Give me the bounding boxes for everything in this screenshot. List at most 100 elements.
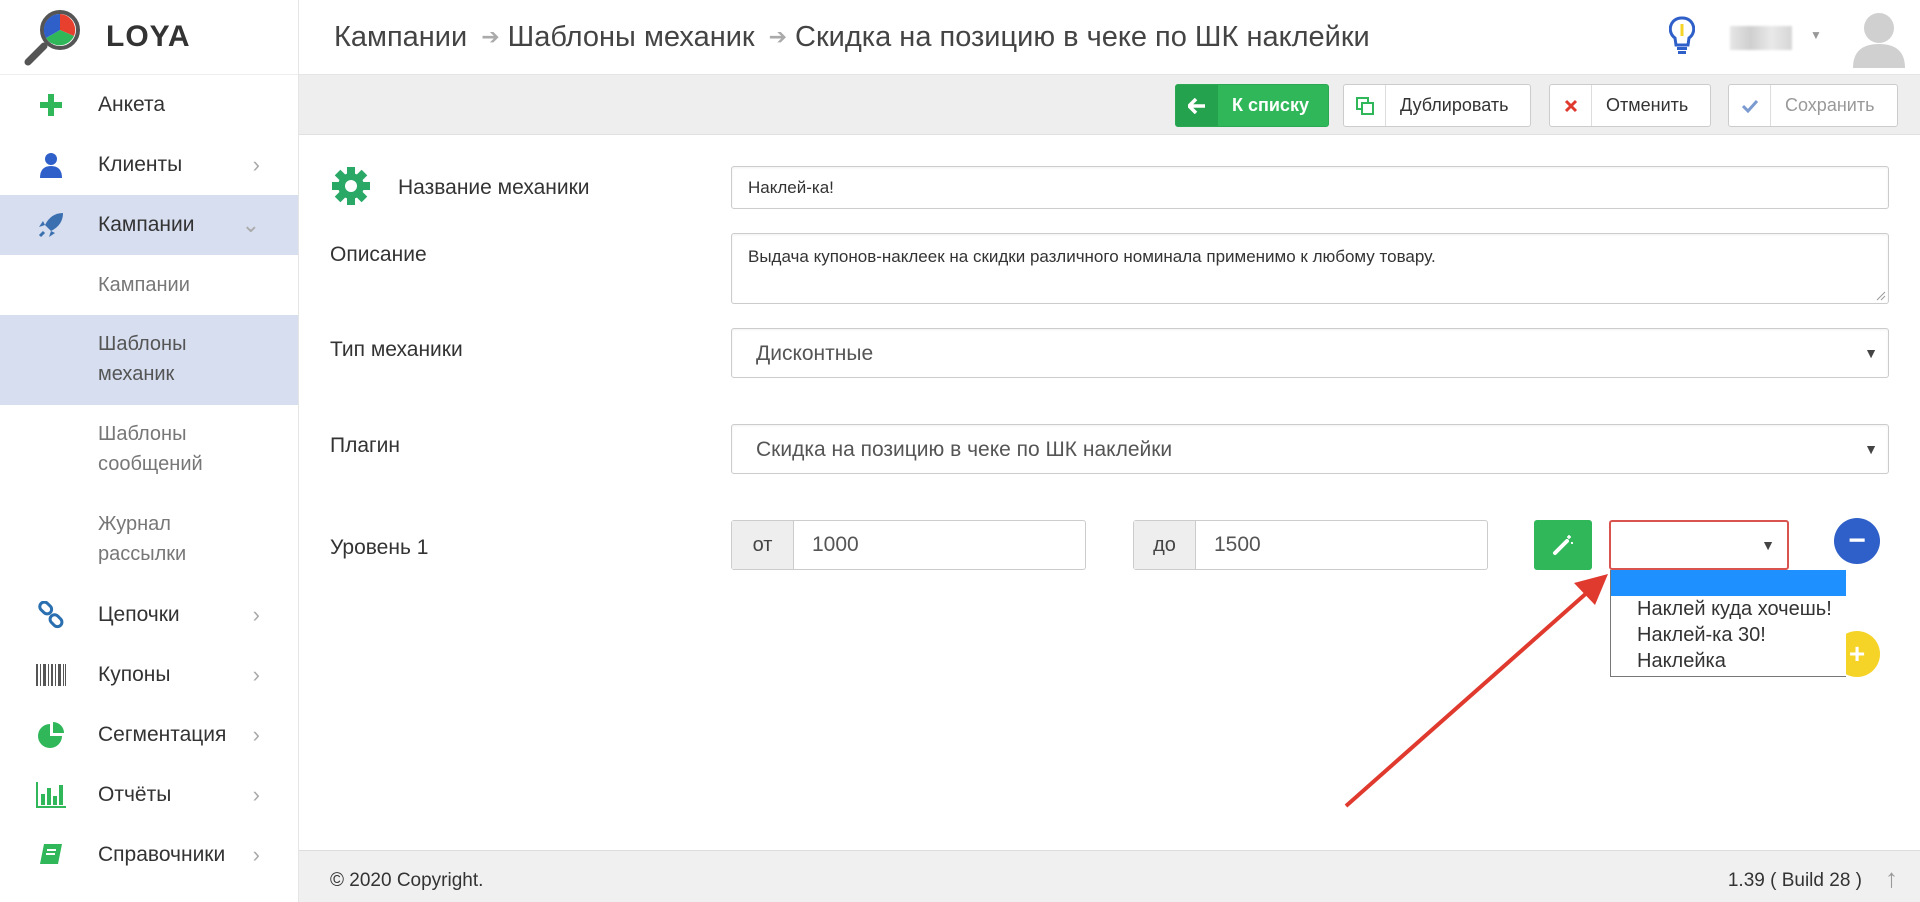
- copyright-text: © 2020 Copyright.: [330, 870, 484, 891]
- save-label: Сохранить: [1785, 95, 1875, 115]
- mechanic-type-label: Тип механики: [330, 338, 463, 361]
- dropdown-option[interactable]: Наклей-ка 30!: [1611, 622, 1846, 648]
- cancel-button[interactable]: Отменить: [1549, 84, 1711, 127]
- cancel-label: Отменить: [1606, 95, 1689, 115]
- sidebar-item-coupons[interactable]: Купоны ›: [0, 645, 298, 705]
- plugin-select[interactable]: Скидка на позицию в чеке по ШК наклейки …: [731, 424, 1889, 474]
- minus-icon: −: [1848, 524, 1866, 557]
- range-from-addon: от: [732, 521, 794, 569]
- magic-wand-icon: [1553, 535, 1573, 555]
- plugin-label: Плагин: [330, 434, 401, 457]
- description-textarea[interactable]: Выдача купонов-наклеек на скидки различн…: [731, 233, 1889, 304]
- mechanic-name-label: Название механики: [398, 176, 590, 199]
- range-from-value: 1000: [812, 533, 859, 556]
- magic-wand-button[interactable]: [1534, 520, 1592, 570]
- sidebar-item-directories[interactable]: Справочники ›: [0, 825, 298, 885]
- check-icon: [1729, 85, 1771, 126]
- breadcrumb-arrow-icon: ➔: [768, 24, 788, 49]
- sidebar-item-label: Анкета: [98, 93, 166, 116]
- mechanic-name-input[interactable]: Наклей-ка!: [731, 166, 1889, 209]
- dropdown-option[interactable]: [1611, 570, 1846, 596]
- sidebar-item-label: Кампании: [98, 213, 195, 236]
- avatar[interactable]: [1851, 10, 1907, 68]
- sidebar-subitem-label-line2: сообщений: [98, 453, 203, 475]
- chevron-right-icon: ›: [252, 842, 260, 867]
- breadcrumb-item-campaigns[interactable]: Кампании: [334, 21, 467, 54]
- logo-magnifier-icon: [22, 6, 84, 68]
- sidebar-item-label: Сегментация: [98, 723, 227, 746]
- pie-chart-icon: [36, 720, 66, 750]
- duplicate-button[interactable]: Дублировать: [1343, 84, 1531, 127]
- caret-down-icon: ▼: [1761, 537, 1775, 553]
- dropdown-option[interactable]: Наклейка: [1611, 648, 1846, 674]
- book-icon: [36, 840, 66, 870]
- action-toolbar: К списку Дублировать Отменить Сохранить: [299, 75, 1920, 135]
- plus-icon: +: [1848, 638, 1866, 669]
- sidebar-subitem-label-line2: рассылки: [98, 543, 187, 565]
- arrow-left-icon: [1176, 85, 1218, 126]
- arrow-up-icon[interactable]: ↑: [1885, 863, 1898, 894]
- top-header: Кампании ➔ Шаблоны механик ➔ Скидка на п…: [299, 0, 1920, 75]
- brand-name: LOYA: [106, 20, 191, 53]
- sidebar-item-reports[interactable]: Отчёты ›: [0, 765, 298, 825]
- chevron-down-icon: ⌄: [241, 212, 260, 237]
- sidebar-item-questionnaire[interactable]: Анкета: [0, 75, 298, 135]
- lightbulb-icon[interactable]: [1668, 16, 1696, 61]
- mechanic-type-value: Дисконтные: [756, 342, 874, 365]
- back-to-list-label: К списку: [1232, 95, 1309, 115]
- sidebar-subitem-mailing-log[interactable]: Журнал рассылки: [0, 495, 298, 585]
- chevron-right-icon: ›: [252, 602, 260, 627]
- sidebar-subitem-campaigns[interactable]: Кампании: [0, 255, 298, 315]
- mechanic-name-value: Наклей-ка!: [748, 178, 834, 197]
- description-label: Описание: [330, 243, 427, 266]
- caret-down-icon[interactable]: ▼: [1810, 28, 1822, 42]
- sidebar-item-segmentation[interactable]: Сегментация ›: [0, 705, 298, 765]
- remove-level-button[interactable]: −: [1834, 518, 1880, 564]
- range-to-addon: до: [1134, 521, 1196, 569]
- chevron-right-icon: ›: [252, 782, 260, 807]
- sidebar-subitem-label: Кампании: [98, 274, 190, 296]
- sidebar-subitem-mechanic-templates[interactable]: Шаблоны механик: [0, 315, 298, 405]
- dropdown-option[interactable]: Наклей куда хочешь!: [1611, 596, 1846, 622]
- sidebar-subitem-message-templates[interactable]: Шаблоны сообщений: [0, 405, 298, 495]
- chevron-right-icon: ›: [252, 662, 260, 687]
- sidebar-item-label: Клиенты: [98, 153, 183, 176]
- range-from-input[interactable]: от 1000: [731, 520, 1086, 570]
- sidebar-item-chains[interactable]: Цепочки ›: [0, 585, 298, 645]
- version-text: 1.39 ( Build 28 ): [1727, 870, 1862, 891]
- sidebar-item-label: Цепочки: [98, 603, 180, 626]
- rocket-icon: [36, 210, 66, 240]
- resize-handle-icon[interactable]: [1876, 291, 1886, 301]
- sidebar-subitem-label-line1: Шаблоны: [98, 333, 187, 355]
- plugin-value: Скидка на позицию в чеке по ШК наклейки: [756, 438, 1173, 461]
- range-to-input[interactable]: до 1500: [1133, 520, 1488, 570]
- range-to-value: 1500: [1214, 533, 1261, 556]
- sidebar-item-campaigns[interactable]: Кампании ⌄: [0, 195, 298, 255]
- bar-chart-icon: [36, 780, 66, 810]
- coupon-dropdown-list: Наклей куда хочешь! Наклей-ка 30! Наклей…: [1610, 570, 1846, 677]
- sidebar-subitem-label-line1: Журнал: [98, 513, 171, 535]
- barcode-icon: [36, 660, 66, 690]
- caret-down-icon: ▼: [1864, 441, 1878, 457]
- username-blurred[interactable]: [1730, 26, 1792, 50]
- level-label: Уровень 1: [330, 536, 429, 559]
- sidebar-subitem-label-line1: Шаблоны: [98, 423, 187, 445]
- chain-link-icon: [36, 600, 66, 630]
- sidebar-item-label: Справочники: [98, 843, 226, 866]
- mechanic-type-select[interactable]: Дисконтные ▼: [731, 328, 1889, 378]
- caret-down-icon: ▼: [1864, 345, 1878, 361]
- logo[interactable]: LOYA: [0, 0, 298, 75]
- sidebar: LOYA Анкета Клиенты › Кампании ⌄ Кампани…: [0, 0, 299, 902]
- breadcrumb-item-mechanic-templates[interactable]: Шаблоны механик: [508, 21, 755, 54]
- coupon-select[interactable]: ▼: [1609, 520, 1789, 570]
- breadcrumb-item-current: Скидка на позицию в чеке по ШК наклейки: [795, 20, 1370, 53]
- breadcrumb-arrow-icon: ➔: [481, 24, 500, 49]
- sidebar-item-label: Отчёты: [98, 783, 172, 806]
- sidebar-item-clients[interactable]: Клиенты ›: [0, 135, 298, 195]
- footer: © 2020 Copyright. 1.39 ( Build 28 ) ↑: [299, 850, 1920, 902]
- back-to-list-button[interactable]: К списку: [1175, 84, 1329, 127]
- save-button[interactable]: Сохранить: [1728, 84, 1898, 127]
- breadcrumb: Кампании ➔ Шаблоны механик ➔ Скидка на п…: [334, 21, 1370, 54]
- close-icon: [1550, 85, 1592, 126]
- plus-icon: [36, 90, 66, 120]
